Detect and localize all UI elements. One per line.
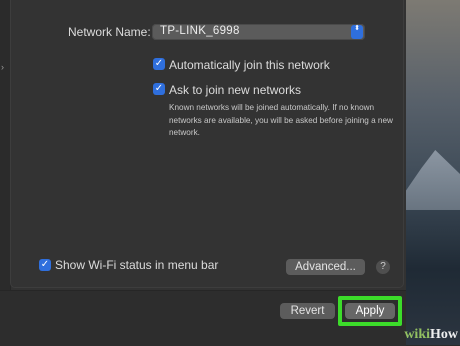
apply-highlight: Apply <box>338 296 402 326</box>
show-status-checkbox[interactable]: ✓ <box>39 259 51 271</box>
desktop-hill <box>405 150 460 210</box>
watermark-logo: wikiHow <box>404 327 458 343</box>
advanced-button[interactable]: Advanced... <box>286 259 365 275</box>
auto-join-label[interactable]: Automatically join this network <box>169 58 330 72</box>
help-button[interactable]: ? <box>376 260 390 274</box>
network-name-value: TP-LINK_6998 <box>160 25 240 37</box>
desktop-background <box>405 0 460 345</box>
apply-button[interactable]: Apply <box>345 303 395 319</box>
network-name-popup[interactable]: TP-LINK_6998 ⬍ <box>152 24 365 40</box>
sidebar-chevron-icon: › <box>1 62 4 72</box>
ask-join-description: Known networks will be joined automatica… <box>169 103 393 137</box>
revert-button[interactable]: Revert <box>280 303 335 319</box>
watermark-suffix: How <box>430 327 458 342</box>
ask-join-label[interactable]: Ask to join new networks <box>169 83 301 97</box>
watermark-prefix: wiki <box>404 327 430 342</box>
show-status-label[interactable]: Show Wi-Fi status in menu bar <box>55 258 218 272</box>
popup-stepper-icon: ⬍ <box>351 25 363 39</box>
auto-join-checkbox[interactable]: ✓ <box>153 58 165 70</box>
wifi-settings-pane <box>10 0 404 288</box>
network-preferences-window: › Network Name: TP-LINK_6998 ⬍ ✓ Automat… <box>0 0 406 346</box>
ask-join-checkbox[interactable]: ✓ <box>153 83 165 95</box>
network-name-label: Network Name: <box>68 25 151 39</box>
